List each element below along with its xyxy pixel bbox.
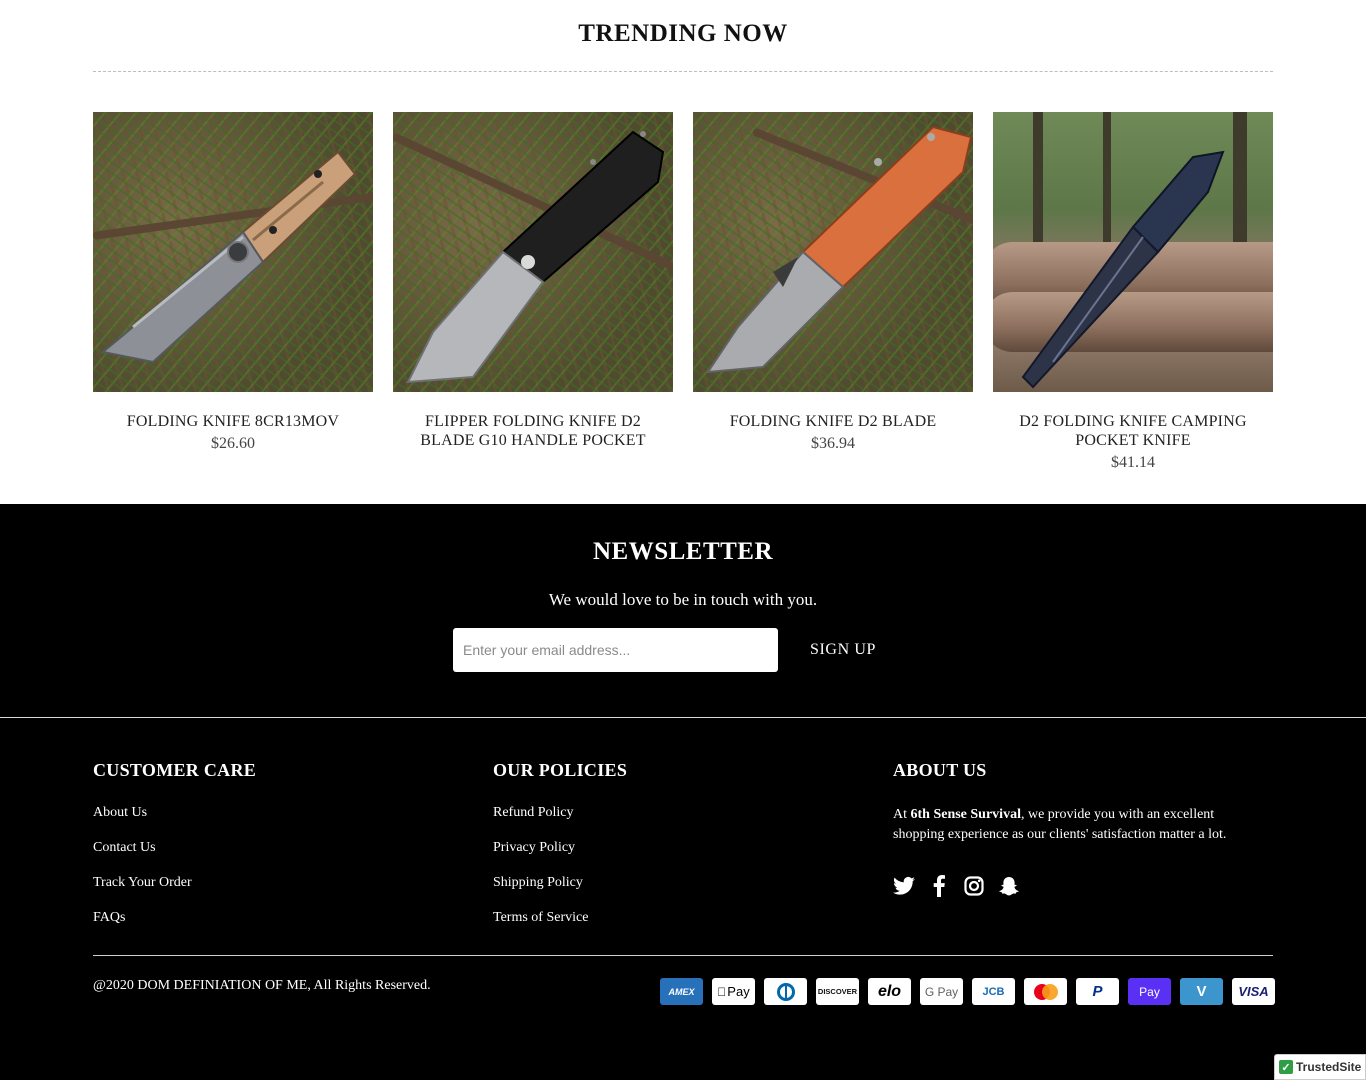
snapchat-icon[interactable] <box>998 875 1020 897</box>
product-price: $41.14 <box>1111 454 1155 471</box>
knife-black-handle-image[interactable] <box>393 112 673 392</box>
sign-up-button[interactable]: SIGN UP <box>796 628 890 672</box>
about-text-prefix: At <box>893 807 911 822</box>
footer-link-terms-of-service[interactable]: Terms of Service <box>493 910 627 945</box>
payment-methods: AMEX Pay DISCOVER elo G Pay JCB P Pay V… <box>660 978 1275 1005</box>
diners-club-icon <box>764 978 807 1005</box>
product-price: $36.94 <box>811 435 855 452</box>
product-card[interactable]: D2 FOLDING KNIFE CAMPING POCKET KNIFE $4… <box>993 112 1273 492</box>
customer-care-title: CUSTOMER CARE <box>93 760 257 780</box>
about-column: ABOUT US At 6th Sense Survival, we provi… <box>893 760 1268 897</box>
copyright-text: @2020 DOM DEFINIATION OF ME, All Rights … <box>93 978 431 993</box>
product-grid: FOLDING KNIFE 8CR13MOV $26.60 FLIPPER FO… <box>93 112 1273 492</box>
brand-name: 6th Sense Survival <box>910 807 1021 822</box>
elo-icon: elo <box>868 978 911 1005</box>
footer-link-track-order[interactable]: Track Your Order <box>93 875 256 910</box>
paypal-icon: P <box>1076 978 1119 1005</box>
footer-link-about-us[interactable]: About Us <box>93 805 256 840</box>
knife-icon <box>100 150 357 364</box>
customer-care-column: CUSTOMER CARE About Us Contact Us Track … <box>93 760 256 945</box>
trending-divider <box>93 71 1273 72</box>
customer-care-links: About Us Contact Us Track Your Order FAQ… <box>93 805 256 945</box>
footer-divider <box>93 955 1273 956</box>
about-text: At 6th Sense Survival, we provide you wi… <box>893 805 1268 845</box>
knife-orange-handle-image[interactable] <box>693 112 973 392</box>
footer-link-shipping-policy[interactable]: Shipping Policy <box>493 875 627 910</box>
instagram-icon[interactable] <box>963 875 985 897</box>
footer-link-refund-policy[interactable]: Refund Policy <box>493 805 627 840</box>
knife-blue-handle-image[interactable] <box>993 112 1273 392</box>
product-name[interactable]: FOLDING KNIFE D2 BLADE <box>693 412 973 431</box>
product-card[interactable]: FOLDING KNIFE D2 BLADE $36.94 <box>693 112 973 492</box>
newsletter-subtitle: We would love to be in touch with you. <box>548 590 818 609</box>
venmo-icon: V <box>1180 978 1223 1005</box>
newsletter-title: NEWSLETTER <box>592 538 774 565</box>
amex-icon: AMEX <box>660 978 703 1005</box>
policies-column: OUR POLICIES Refund Policy Privacy Polic… <box>493 760 627 945</box>
check-icon: ✓ <box>1279 1060 1293 1074</box>
policies-title: OUR POLICIES <box>493 760 628 780</box>
email-field[interactable] <box>453 628 778 672</box>
facebook-icon[interactable] <box>928 875 950 897</box>
footer-link-privacy-policy[interactable]: Privacy Policy <box>493 840 627 875</box>
trending-title: TRENDING NOW <box>578 20 788 47</box>
jcb-icon: JCB <box>972 978 1015 1005</box>
product-card[interactable]: FLIPPER FOLDING KNIFE D2 BLADE G10 HANDL… <box>393 112 673 492</box>
apple-pay-icon: Pay <box>712 978 755 1005</box>
newsletter-section: NEWSLETTER We would love to be in touch … <box>0 504 1366 718</box>
apple-pay-label: Pay <box>722 984 749 999</box>
discover-label: DISCOVER <box>817 987 858 996</box>
mastercard-icon <box>1024 978 1067 1005</box>
knife-icon <box>706 125 973 374</box>
product-name[interactable]: FLIPPER FOLDING KNIFE D2 BLADE G10 HANDL… <box>393 412 673 450</box>
product-name[interactable]: D2 FOLDING KNIFE CAMPING POCKET KNIFE <box>993 412 1273 450</box>
product-name[interactable]: FOLDING KNIFE 8CR13MOV <box>93 412 373 431</box>
discover-icon: DISCOVER <box>816 978 859 1005</box>
footer: CUSTOMER CARE About Us Contact Us Track … <box>0 718 1366 1080</box>
trusted-site-badge[interactable]: ✓ TrustedSite <box>1274 1054 1366 1080</box>
knife-wood-handle-image[interactable] <box>93 112 373 392</box>
policies-links: Refund Policy Privacy Policy Shipping Po… <box>493 805 627 945</box>
trusted-site-label: TrustedSite <box>1296 1060 1362 1074</box>
footer-link-contact-us[interactable]: Contact Us <box>93 840 256 875</box>
trending-section: TRENDING NOW FOLDING KNIFE 8CR13MOV $26.… <box>0 0 1366 504</box>
google-pay-icon: G Pay <box>920 978 963 1005</box>
shop-pay-icon: Pay <box>1128 978 1171 1005</box>
twitter-icon[interactable] <box>893 875 915 897</box>
knife-icon <box>406 130 665 384</box>
footer-link-faqs[interactable]: FAQs <box>93 910 256 945</box>
visa-icon: VISA <box>1232 978 1275 1005</box>
about-title: ABOUT US <box>893 760 987 780</box>
product-price: $26.60 <box>211 435 255 452</box>
product-card[interactable]: FOLDING KNIFE 8CR13MOV $26.60 <box>93 112 373 492</box>
knife-icon <box>1021 150 1225 389</box>
social-links <box>893 875 1268 897</box>
